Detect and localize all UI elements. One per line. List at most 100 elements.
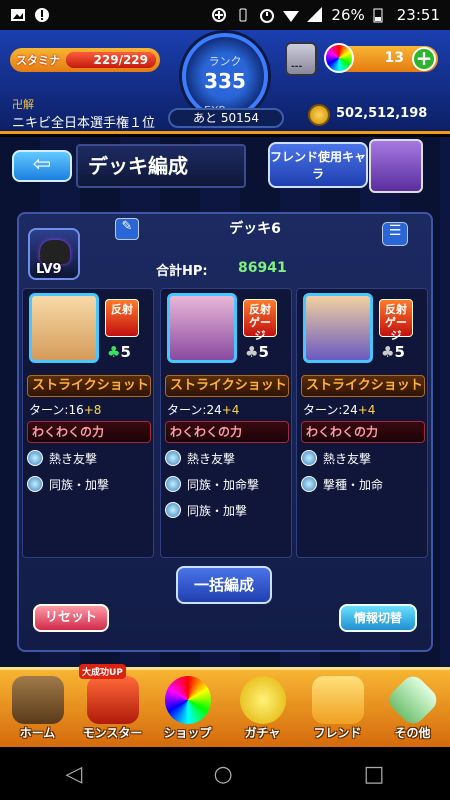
buy-orb-button[interactable]: + — [412, 47, 436, 71]
strike-shot-label: ストライクショット — [165, 375, 289, 397]
ability-label: 熱き友撃 — [49, 451, 98, 466]
ability-label: 同族・加撃 — [49, 477, 110, 492]
clover-icon: ♣ — [107, 343, 121, 361]
ability-icon — [165, 502, 181, 518]
luck-number: 5 — [394, 343, 405, 361]
nav-label: フレンド — [313, 726, 362, 740]
strike-shot-label: ストライクショット — [27, 375, 151, 397]
edit-deck-name-button[interactable]: ✎ — [115, 218, 139, 240]
friend-character-button[interactable]: フレンド使用キャラ — [268, 142, 368, 188]
player-title: ニキビ全日本選手権１位 — [12, 116, 156, 131]
turn-base: ターン:24 — [167, 403, 222, 417]
ability-label: 熱き友撃 — [323, 451, 372, 466]
stamina-meter: 229/229 — [66, 52, 156, 68]
luck-number: 5 — [120, 343, 131, 361]
back-icon[interactable]: ◁ — [66, 762, 83, 787]
stamina-label: スタミナ — [16, 54, 60, 67]
deck-list-button[interactable]: ☰ — [382, 222, 408, 246]
monster-slot-3[interactable]: 反射 ゲージ ♣5 ストライクショット ターン:24+4 わくわくの力 熱き友撃… — [296, 288, 428, 558]
exp-remaining: あと 50154 — [168, 108, 284, 128]
monster-portrait[interactable] — [29, 293, 99, 363]
top-hud: スタミナ 229/229 ランク 335 EXP あと 50154 --- 13… — [0, 30, 450, 134]
battery-icon — [373, 7, 389, 23]
type-badge: 反射 ゲージ — [243, 299, 277, 342]
total-hp-value: 86941 — [238, 260, 287, 276]
monster-portrait[interactable] — [167, 293, 237, 363]
status-bar: 26% 23:51 — [0, 0, 450, 30]
orb-shop-icon — [164, 676, 211, 724]
ability-icon — [301, 450, 317, 466]
ability-icon — [27, 450, 43, 466]
ability-label: 同族・加命撃 — [187, 477, 260, 492]
info-toggle-button[interactable]: 情報切替 — [339, 604, 417, 632]
data-saver-icon — [211, 7, 227, 23]
battery-percent: 26% — [331, 6, 365, 24]
turn-bonus: +4 — [357, 403, 376, 417]
ability-row: 同族・加命撃 — [165, 473, 259, 495]
nav-monster[interactable]: 大成功UP モンスター — [75, 664, 150, 747]
vibrate-icon — [235, 7, 251, 23]
friend-icon — [311, 676, 364, 724]
leader-sprite — [40, 240, 70, 264]
nav-home[interactable]: ホーム — [0, 670, 75, 747]
recents-icon[interactable]: □ — [364, 762, 385, 787]
home-circle-icon[interactable]: ○ — [213, 762, 232, 787]
nav-label: ショップ — [163, 726, 212, 740]
nav-label: その他 — [394, 726, 431, 740]
monster-slot-1[interactable]: 反射 ♣5 ストライクショット ターン:16+8 わくわくの力 熱き友撃 同族・… — [22, 288, 154, 558]
monster-portrait[interactable] — [303, 293, 373, 363]
nav-other[interactable]: その他 — [375, 670, 450, 747]
signal-icon — [307, 7, 323, 23]
turn-bonus: +8 — [83, 403, 102, 417]
strike-shot-label: ストライクショット — [301, 375, 425, 397]
rank-badge[interactable]: ランク 335 EXP — [182, 33, 268, 119]
home-icon — [11, 676, 64, 724]
nav-label: ホーム — [19, 726, 56, 740]
monster-slot-2[interactable]: 反射 ゲージ ♣5 ストライクショット ターン:24+4 わくわくの力 熱き友撃… — [160, 288, 292, 558]
type-badge: 反射 — [105, 299, 139, 337]
bulk-edit-button[interactable]: 一括編成 — [176, 566, 272, 604]
luck-number: 5 — [258, 343, 269, 361]
ability-row: 熱き友撃 — [301, 447, 371, 469]
turn-bonus: +4 — [221, 403, 240, 417]
ability-row: 撃種・加命 — [301, 473, 383, 495]
leader-level: LV9 — [36, 262, 62, 277]
clover-icon: ♣ — [381, 343, 395, 361]
turn-base: ターン:24 — [303, 403, 358, 417]
turn-count: ターン:24+4 — [167, 401, 239, 418]
system-nav-bar: ◁ ○ □ — [0, 748, 450, 800]
nav-gacha[interactable]: ガチャ — [225, 670, 300, 747]
rank-label: ランク — [208, 55, 242, 68]
rank-value: 335 — [204, 69, 246, 93]
special-skill: わくわくの力 — [301, 421, 425, 443]
luck-value: ♣5 — [107, 343, 131, 361]
monster-box-icon[interactable]: --- — [285, 42, 317, 76]
alert-notification-icon — [34, 7, 50, 23]
nav-shop[interactable]: ショップ — [150, 670, 225, 747]
turn-count: ターン:24+4 — [303, 401, 375, 418]
ability-icon — [165, 450, 181, 466]
special-skill: わくわくの力 — [27, 421, 151, 443]
orb-count: 13 — [384, 50, 404, 66]
special-skill: わくわくの力 — [165, 421, 289, 443]
reset-button[interactable]: リセット — [33, 604, 109, 632]
ability-row: 同族・加撃 — [165, 499, 247, 521]
luck-value: ♣5 — [245, 343, 269, 361]
page-title: デッキ編成 — [76, 144, 246, 188]
friend-avatar[interactable] — [369, 139, 423, 193]
clock: 23:51 — [396, 6, 440, 24]
box-label: --- — [291, 62, 303, 72]
turn-count: ターン:16+8 — [29, 401, 101, 418]
back-arrow-icon: ⇦ — [32, 152, 52, 177]
nav-label: モンスター — [82, 726, 143, 740]
ability-label: 熱き友撃 — [187, 451, 236, 466]
orb-icon — [324, 43, 354, 73]
ability-icon — [27, 476, 43, 492]
ability-row: 熱き友撃 — [27, 447, 97, 469]
back-button[interactable]: ⇦ — [12, 150, 72, 182]
luck-value: ♣5 — [381, 343, 405, 361]
ability-icon — [165, 476, 181, 492]
ability-row: 熱き友撃 — [165, 447, 235, 469]
nav-friend[interactable]: フレンド — [300, 670, 375, 747]
image-notification-icon — [10, 7, 26, 23]
